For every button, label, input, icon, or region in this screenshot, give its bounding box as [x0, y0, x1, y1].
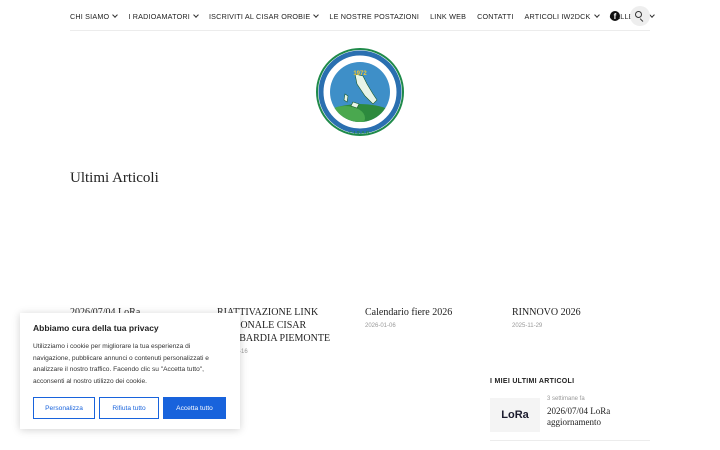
nav-item-label: LE NOSTRE POSTAZIONI [329, 11, 420, 21]
nav-item-label: LINK WEB [430, 11, 467, 21]
cookie-title: Abbiamo cura della tua privacy [33, 323, 159, 333]
article-title[interactable]: Calendario fiere 2026 [365, 306, 505, 319]
search-button[interactable] [630, 6, 650, 26]
customize-button[interactable]: Personalizza [33, 397, 95, 419]
logo-year: 1972 [353, 71, 367, 77]
post-meta: 3 settimane fa [547, 396, 585, 402]
nav-item-label: ARTICOLI IW2DCK [524, 11, 591, 21]
chevron-down-icon [649, 12, 656, 18]
nav-item-label: CHI SIAMO [70, 11, 110, 21]
main-navigation: CHI SIAMO I RADIOAMATORI ISCRIVITI AL CI… [70, 5, 656, 27]
nav-item-iscriviti[interactable]: ISCRIVITI AL CISAR OROBIE [208, 11, 320, 21]
chevron-down-icon [193, 12, 199, 18]
lora-logo: LoRa [501, 409, 529, 421]
nav-item-label: ISCRIVITI AL CISAR OROBIE [208, 11, 311, 21]
chevron-down-icon [112, 12, 119, 18]
widget-title: I MIEI ULTIMI ARTICOLI [490, 378, 575, 385]
page-title: Ultimi Articoli [70, 170, 159, 186]
cookie-text: Utilizziamo i cookie per migliorare la t… [33, 343, 209, 385]
nav-divider [70, 30, 650, 31]
accept-all-button[interactable]: Accetta tutto [163, 397, 226, 419]
reject-all-button[interactable]: Rifiuta tutto [99, 397, 159, 419]
article-title[interactable]: RINNOVO 2026 [512, 306, 652, 319]
nav-item-label: I RADIOAMATORI [128, 11, 190, 21]
article-card[interactable]: Calendario fiere 2026 2026-01-06 [365, 306, 505, 329]
nav-item-articoli[interactable]: ARTICOLI IW2DCK [524, 11, 600, 21]
nav-item-link-web[interactable]: LINK WEB [430, 12, 466, 21]
nav-item-postazioni[interactable]: LE NOSTRE POSTAZIONI [329, 12, 419, 21]
nav-item-radioamatori[interactable]: I RADIOAMATORI [128, 11, 199, 21]
cookie-consent-banner: Abbiamo cura della tua privacy Utilizzia… [20, 313, 240, 429]
site-logo[interactable]: ASSOCIAZIONE NAZIONALE RADIOAMATORI 1972… [315, 48, 405, 140]
nav-item-label: CONTATTI [477, 11, 514, 21]
logo-bottom-text: C.I.S.A.R. [349, 130, 371, 136]
chevron-down-icon [313, 12, 320, 18]
article-card[interactable]: RINNOVO 2026 2025-11-29 [512, 306, 652, 329]
nav-item-contatti[interactable]: CONTATTI [477, 12, 513, 21]
post-title-link[interactable]: 2026/07/04 LoRa aggiornamento [547, 406, 647, 428]
search-icon-handle [639, 18, 644, 22]
chevron-down-icon [593, 12, 600, 18]
article-date: 2026-01-06 [365, 323, 396, 329]
post-thumbnail[interactable]: LoRa [490, 398, 540, 432]
widget-divider [490, 440, 650, 441]
nav-item-chi-siamo[interactable]: CHI SIAMO [70, 11, 119, 21]
article-date: 2025-11-29 [512, 323, 543, 329]
widget-post[interactable]: LoRa 3 settimane fa 2026/07/04 LoRa aggi… [490, 396, 650, 440]
search-icon [635, 11, 642, 18]
nav-icons: f [610, 5, 650, 27]
cookie-buttons: Personalizza Rifiuta tutto Accetta tutto [33, 397, 230, 419]
facebook-icon[interactable]: f [610, 11, 620, 21]
